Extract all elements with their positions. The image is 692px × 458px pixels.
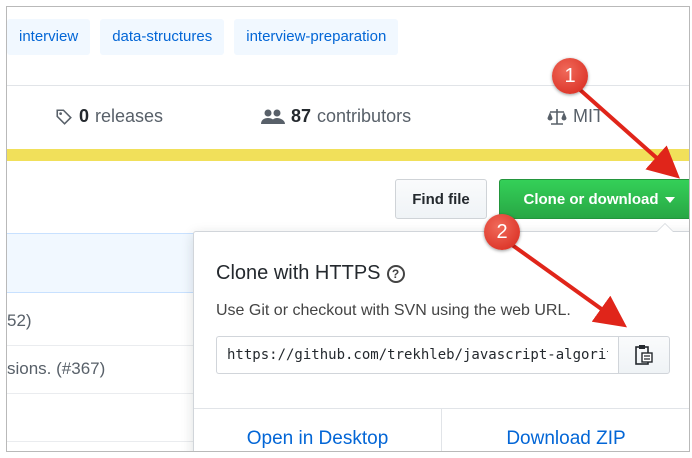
download-zip-link[interactable]: Download ZIP — [442, 409, 689, 451]
law-icon — [547, 108, 567, 125]
open-in-desktop-link[interactable]: Open in Desktop — [194, 409, 442, 451]
clipboard-icon — [635, 345, 653, 365]
find-file-button[interactable]: Find file — [395, 179, 487, 219]
clone-title: Clone with HTTPS ? — [216, 262, 405, 285]
topic-data-structures[interactable]: data-structures — [100, 19, 225, 55]
clone-or-download-label: Clone or download — [523, 191, 659, 208]
clone-dropdown: Clone with HTTPS ? Use Git or checkout w… — [193, 223, 689, 451]
caret-down-icon — [664, 197, 675, 204]
file-row[interactable]: sions. (#367) — [7, 345, 207, 394]
contributors-count: 87 — [291, 106, 312, 126]
topic-tags: interview data-structures interview-prep… — [7, 19, 399, 55]
contributors-stat[interactable]: 87 contributors — [261, 106, 411, 127]
releases-count: 0 — [79, 106, 90, 126]
commit-header — [7, 233, 207, 293]
copy-url-button[interactable] — [618, 336, 670, 374]
clone-actions: Open in Desktop Download ZIP — [194, 408, 689, 451]
help-icon[interactable]: ? — [386, 264, 405, 283]
clone-description: Use Git or checkout with SVN using the w… — [216, 302, 571, 319]
clone-url-group — [216, 336, 670, 374]
step-1-badge: 1 — [552, 58, 588, 94]
step-2-badge: 2 — [484, 214, 520, 250]
releases-label: releases — [95, 106, 164, 126]
license-stat[interactable]: MIT — [547, 106, 604, 127]
tag-icon — [56, 108, 72, 125]
contributors-label: contributors — [317, 106, 412, 126]
people-icon — [261, 109, 285, 124]
dropdown-notch — [656, 223, 674, 232]
clone-url-input[interactable] — [216, 336, 618, 374]
language-bar — [7, 149, 689, 161]
clone-title-text: Clone with HTTPS — [216, 262, 381, 284]
topic-interview[interactable]: interview — [7, 19, 91, 55]
releases-stat[interactable]: 0 releases — [55, 106, 163, 127]
topic-interview-preparation[interactable]: interview-preparation — [234, 19, 399, 55]
file-row[interactable]: 52) — [7, 297, 207, 346]
repo-stats-bar: 0 releases 87 contributors MIT — [7, 85, 689, 151]
license-label: MIT — [573, 106, 604, 126]
clone-or-download-button[interactable]: Clone or download — [499, 179, 689, 219]
file-row[interactable] — [7, 393, 207, 442]
file-row-text: sions. (#367) — [7, 359, 106, 378]
file-row-text: 52) — [7, 311, 32, 330]
